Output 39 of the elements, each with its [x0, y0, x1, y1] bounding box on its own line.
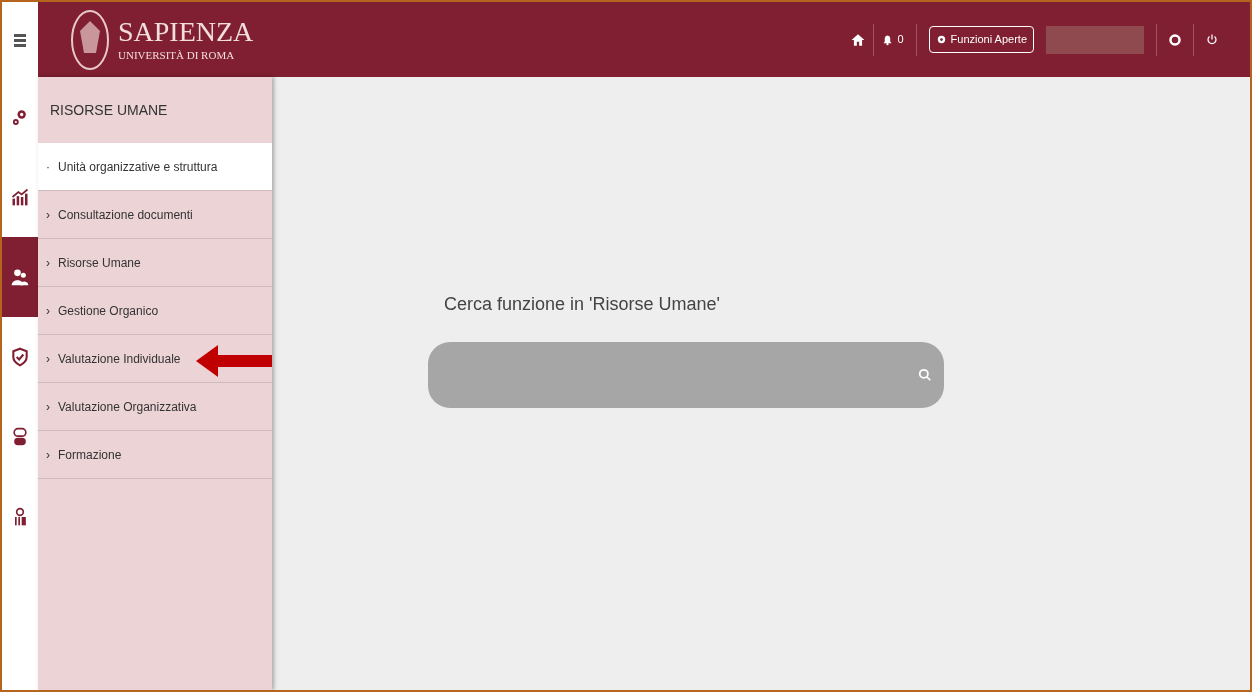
- shield-check-icon: [10, 347, 30, 367]
- toggles-icon: [10, 427, 30, 447]
- chevron-marker: ›: [46, 446, 50, 464]
- menu-item-label: Unità organizzative e struttura: [58, 158, 218, 176]
- search-label: Cerca funzione in 'Risorse Umane': [444, 293, 721, 316]
- notification-count: 0: [897, 32, 904, 48]
- people-icon: [10, 267, 30, 287]
- menu-icon[interactable]: [14, 32, 26, 47]
- home-icon[interactable]: [851, 32, 866, 47]
- menu-item-label: Gestione Organico: [58, 302, 159, 320]
- gear-icon: [935, 34, 947, 45]
- menu-item[interactable]: · Unità organizzative e struttura: [38, 143, 272, 191]
- menu-item[interactable]: › Valutazione Organizzativa: [38, 383, 272, 431]
- crest-logo: [70, 8, 110, 71]
- chevron-marker: ›: [46, 206, 50, 224]
- open-functions-button[interactable]: Funzioni Aperte: [928, 26, 1034, 53]
- search-field[interactable]: [428, 342, 944, 408]
- menu-item-label: Risorse Umane: [58, 254, 141, 272]
- logo-title: SAPIENZA: [118, 18, 254, 46]
- menu-item-label: Valutazione Organizzativa: [58, 398, 197, 416]
- power-icon[interactable]: [1206, 33, 1218, 46]
- logo-subtitle: UNIVERSITÀ DI ROMA: [118, 50, 236, 61]
- chevron-marker: ›: [46, 350, 50, 368]
- chevron-marker: ·: [46, 158, 50, 176]
- menu-item[interactable]: › Consultazione documenti: [38, 191, 272, 239]
- menu-item[interactable]: › Gestione Organico: [38, 287, 272, 335]
- menu-item[interactable]: › Formazione: [38, 431, 272, 479]
- menu-title: RISORSE UMANE: [50, 100, 168, 120]
- chevron-marker: ›: [46, 302, 50, 320]
- chevron-marker: ›: [46, 254, 50, 272]
- chart-icon: [10, 187, 30, 207]
- menu-item-label: Formazione: [58, 446, 122, 464]
- lifebuoy-icon[interactable]: [1169, 33, 1181, 46]
- menu-item[interactable]: › Risorse Umane: [38, 239, 272, 287]
- chevron-marker: ›: [46, 398, 50, 416]
- menu-item[interactable]: › Valutazione Individuale: [38, 335, 272, 383]
- bell-icon[interactable]: [882, 32, 894, 47]
- menu-item-label: Consultazione documenti: [58, 206, 193, 224]
- menu-item-label: Valutazione Individuale: [58, 350, 181, 368]
